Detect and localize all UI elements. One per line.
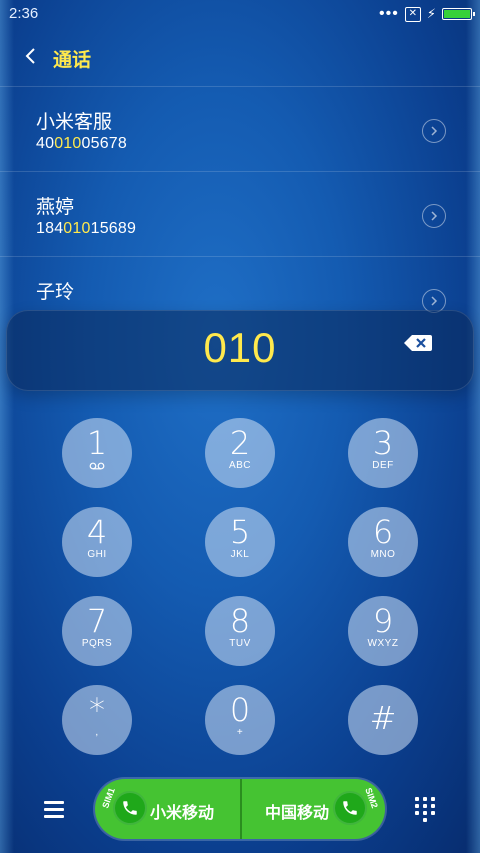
battery-icon xyxy=(442,8,475,20)
menu-icon-line xyxy=(44,815,64,818)
number-part: 184 xyxy=(36,220,64,237)
key-4[interactable]: 4 GHI xyxy=(62,507,132,577)
menu-icon-line xyxy=(44,801,64,804)
key-digit: 9 xyxy=(372,602,394,640)
key-digit: 0 xyxy=(229,691,251,729)
header: 通话 xyxy=(0,36,480,80)
status-bar: 2:36 ••• ✕ ⚡ xyxy=(0,0,480,28)
contact-detail-button[interactable] xyxy=(422,119,446,143)
key-digit: 5 xyxy=(229,513,251,551)
key-letters: , xyxy=(95,727,99,738)
grid-dot xyxy=(415,804,419,808)
key-digit: 7 xyxy=(86,602,108,640)
contact-name: 小米客服 xyxy=(36,112,113,133)
key-star[interactable]: * , xyxy=(62,685,132,755)
contact-name: 燕婷 xyxy=(36,197,75,218)
key-letters: PQRS xyxy=(81,638,113,649)
key-letters: WXYZ xyxy=(367,638,399,649)
key-9[interactable]: 9 WXYZ xyxy=(348,596,418,666)
key-6[interactable]: 6 MNO xyxy=(348,507,418,577)
key-digit: 3 xyxy=(372,424,394,462)
key-letters: GHI xyxy=(87,549,107,560)
status-icons: ••• ✕ ⚡ xyxy=(379,5,475,22)
no-sim-icon: ✕ xyxy=(404,6,421,22)
grid-dot xyxy=(415,797,419,801)
chevron-right-icon xyxy=(431,211,438,221)
contact-number: 18401015689 xyxy=(36,220,136,238)
grid-dot xyxy=(423,818,427,822)
key-letters: MNO xyxy=(370,549,396,560)
number-match: 010 xyxy=(63,220,91,237)
chevron-left-icon xyxy=(25,48,35,64)
call-sim1-button[interactable]: SIM1 小米移动 xyxy=(95,779,239,839)
contact-row[interactable]: 小米客服 4001005678 xyxy=(0,86,480,171)
status-time: 2:36 xyxy=(9,5,39,22)
grid-dot xyxy=(423,797,427,801)
contact-detail-button[interactable] xyxy=(422,204,446,228)
menu-button[interactable] xyxy=(40,795,68,823)
voicemail-icon xyxy=(89,462,105,470)
grid-dot xyxy=(431,804,435,808)
key-3[interactable]: 3 DEF xyxy=(348,418,418,488)
key-digit: 6 xyxy=(372,513,394,551)
more-dots-icon: ••• xyxy=(379,5,399,22)
battery-fill xyxy=(444,10,470,18)
contact-number: 4001005678 xyxy=(36,135,127,153)
contact-list: 小米客服 4001005678 燕婷 18401015689 子玲 xyxy=(0,86,480,341)
grid-dot xyxy=(415,811,419,815)
menu-icon-line xyxy=(44,808,64,811)
charging-icon: ⚡ xyxy=(426,6,436,21)
key-digit: 4 xyxy=(86,513,108,551)
call-sim2-button[interactable]: 中国移动 SIM2 xyxy=(241,779,385,839)
key-letters: DEF xyxy=(372,460,394,471)
key-8[interactable]: 8 TUV xyxy=(205,596,275,666)
key-letters: TUV xyxy=(229,638,251,649)
grid-dot xyxy=(423,811,427,815)
number-part: 15689 xyxy=(90,220,137,237)
contact-row[interactable]: 燕婷 18401015689 xyxy=(0,171,480,256)
contact-name: 子玲 xyxy=(36,282,75,303)
grid-dot xyxy=(423,804,427,808)
key-digit: # xyxy=(369,699,397,737)
dialpad-toggle-button[interactable] xyxy=(412,795,440,823)
key-letters: ABC xyxy=(228,460,252,471)
key-digit: 8 xyxy=(229,602,251,640)
grid-dot xyxy=(431,797,435,801)
sim1-carrier: 小米移动 xyxy=(150,805,215,822)
key-5[interactable]: 5 JKL xyxy=(205,507,275,577)
key-7[interactable]: 7 PQRS xyxy=(62,596,132,666)
page-title: 通话 xyxy=(53,50,92,71)
dial-input-panel: 010 xyxy=(6,310,474,391)
back-button[interactable] xyxy=(16,42,44,70)
phone-icon xyxy=(333,791,367,825)
key-1[interactable]: 1 xyxy=(62,418,132,488)
bottom-bar: SIM1 小米移动 中国移动 SIM2 xyxy=(0,775,480,845)
backspace-icon[interactable] xyxy=(402,332,434,354)
number-match: 010 xyxy=(54,135,82,152)
battery-nub xyxy=(473,12,475,16)
grid-dot xyxy=(431,811,435,815)
key-letters: + xyxy=(236,727,244,738)
key-letters: JKL xyxy=(230,549,250,560)
number-part: 05678 xyxy=(81,135,127,152)
key-digit: 1 xyxy=(86,424,108,462)
sim2-carrier: 中国移动 xyxy=(265,805,330,822)
key-0[interactable]: 0 + xyxy=(205,685,275,755)
chevron-right-icon xyxy=(431,296,438,306)
key-2[interactable]: 2 ABC xyxy=(205,418,275,488)
number-part: 40 xyxy=(36,135,55,152)
chevron-right-icon xyxy=(431,126,438,136)
key-digit: 2 xyxy=(229,424,251,462)
key-hash[interactable]: # xyxy=(348,685,418,755)
call-buttons: SIM1 小米移动 中国移动 SIM2 xyxy=(95,779,385,839)
phone-icon xyxy=(113,791,147,825)
key-digit: * xyxy=(89,691,105,729)
